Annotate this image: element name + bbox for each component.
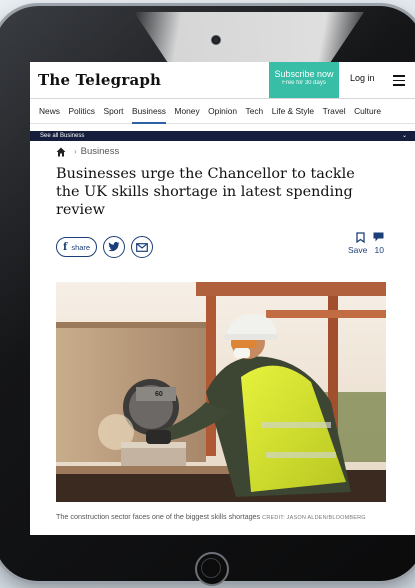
login-link[interactable]: Log in [350,73,375,83]
comment-count[interactable]: 10 [374,245,383,255]
site-header: The Telegraph Subscribe now Free for 30 … [30,62,415,99]
photo-credit: CREDIT: JASON ALDEN/BLOOMBERG [262,515,366,521]
photo-caption: The construction sector faces one of the… [56,511,386,524]
facebook-icon: f [63,241,68,253]
home-icon[interactable] [56,147,66,157]
subscribe-sublabel: Free for 30 days [282,80,326,86]
section-nav: News Politics Sport Business Money Opini… [30,99,415,124]
camera-icon [212,36,220,44]
nav-item-life-style[interactable]: Life & Style [272,106,314,116]
share-row: f share Save 10 [56,232,415,259]
twitter-share-button[interactable] [103,236,126,258]
nav-item-news[interactable]: News [39,106,60,116]
save-label[interactable]: Save [348,245,367,255]
subscribe-label: Subscribe now [274,69,334,79]
see-all-business-bar[interactable]: See all Business ⌄ [30,131,415,141]
breadcrumb-section[interactable]: Business [81,146,120,157]
nav-item-money[interactable]: Money [175,106,200,116]
nav-item-business[interactable]: Business [132,106,166,124]
email-icon [136,242,148,252]
article: › Business Businesses urge the Chancello… [30,146,415,259]
facebook-share-button[interactable]: f share [56,237,98,257]
site-logo[interactable]: The Telegraph [38,71,161,89]
nav-item-sport[interactable]: Sport [103,106,123,116]
share-label: share [71,242,91,252]
nav-item-tech[interactable]: Tech [246,106,264,116]
breadcrumb: › Business [56,146,415,157]
browser-screen: The Telegraph Subscribe now Free for 30 … [30,62,415,535]
comment-icon[interactable] [373,232,384,242]
chevron-down-icon: ⌄ [401,133,407,139]
svg-text:60: 60 [155,391,163,398]
nav-item-opinion[interactable]: Opinion [208,106,237,116]
subscribe-button[interactable]: Subscribe now Free for 30 days [269,62,339,98]
article-photo: 60 [56,282,386,502]
see-all-label: See all Business [40,133,85,139]
nav-item-politics[interactable]: Politics [68,106,95,116]
nav-item-culture[interactable]: Culture [354,106,381,116]
twitter-icon [108,242,120,252]
caption-text: The construction sector faces one of the… [56,512,261,521]
home-button[interactable] [195,552,229,586]
breadcrumb-separator-icon: › [74,147,77,156]
article-headline: Businesses urge the Chancellor to tackle… [56,166,355,218]
email-share-button[interactable] [131,236,154,258]
hamburger-menu-icon[interactable] [391,72,407,88]
bookmark-icon[interactable] [356,232,365,243]
nav-item-travel[interactable]: Travel [323,106,346,116]
save-comments-group: Save 10 [348,232,384,255]
